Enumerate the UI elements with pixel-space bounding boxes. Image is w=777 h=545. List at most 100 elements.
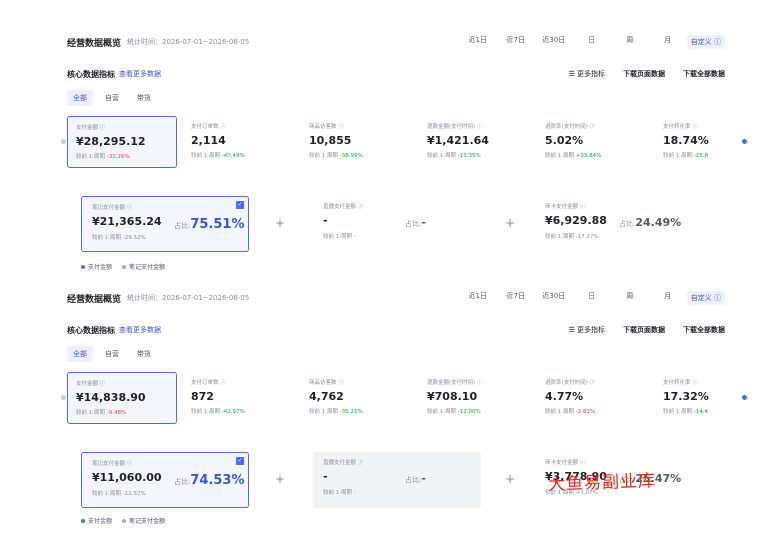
scroll-left-dot[interactable] — [61, 395, 66, 400]
metric-card[interactable]: 商品访客数 ⓘ 10,855 较前 1 周期 -38.99% — [301, 116, 411, 168]
breakdown-label: 笔记支付金额 ⓘ — [92, 461, 133, 467]
compare-delta: -13.35% — [457, 153, 481, 159]
filter-tab[interactable]: 自营 — [99, 346, 125, 362]
metric-card[interactable]: 退款率(支付时间) ⓘ 5.02% 较前 1 周期 +33.84% — [537, 116, 647, 168]
range-button[interactable]: 近1日 — [459, 291, 497, 305]
download-all-button[interactable]: 下载全部数据 — [683, 69, 725, 79]
page-title: 经营数据概览 — [67, 38, 122, 49]
compare-label: 较前 1 周期 — [545, 234, 574, 240]
metric-row: 支付金额 ⓘ ¥28,295.12 较前 1 周期 -31.26% 支付订单数 ⓘ 2,… — [67, 116, 735, 170]
core-metrics-bar: 核心数据指标 查看更多数据 ☰ 更多指标 下载页面数据 下载全部数据 — [67, 322, 725, 338]
filter-tab[interactable]: 自营 — [99, 90, 125, 106]
view-more-link[interactable]: 查看更多数据 — [119, 325, 161, 335]
range-button[interactable]: 近7日 — [497, 35, 535, 49]
download-page-button[interactable]: 下载页面数据 — [623, 69, 665, 79]
metric-label: 退款率(支付时间) ⓘ — [545, 124, 596, 130]
range-button[interactable]: 日 — [573, 291, 611, 305]
download-page-button[interactable]: 下载页面数据 — [623, 325, 665, 335]
metric-compare: 较前 1 周期 -9.48% — [76, 408, 168, 416]
metric-card[interactable]: 支付订单数 ⓘ 2,114 较前 1 周期 -47.49% — [183, 116, 293, 168]
metric-label: 支付转化率 ⓘ — [663, 380, 698, 386]
filter-tab[interactable]: 带货 — [131, 90, 157, 106]
compare-delta: -29.52% — [122, 235, 146, 241]
range-button[interactable]: 近30日 — [535, 35, 573, 49]
metric-card[interactable]: 支付金额 ⓘ ¥28,295.12 较前 1 周期 -31.26% — [67, 116, 177, 168]
channel-filters: 全部 自营 带货 — [67, 346, 157, 362]
metric-row: 支付金额 ⓘ ¥14,838.90 较前 1 周期 -9.48% 支付订单数 ⓘ 872… — [67, 372, 735, 426]
breakdown-compare: 较前 1 周期 - — [323, 232, 471, 240]
breakdown-card[interactable]: 直播支付金额 ⓘ - 较前 1 周期 - 占比:- — [313, 452, 481, 508]
metric-compare: 较前 1 周期 -15.8 — [663, 151, 757, 159]
overview-panel-1: 经营数据概览 统计时间：2026-07-01~2026-08-05 近1日 近7日 近3… — [55, 24, 747, 282]
breakdown-value: - — [323, 470, 328, 483]
legend-item[interactable]: 支付金额 — [81, 262, 112, 271]
checkbox-checked-icon[interactable]: ✓ — [236, 201, 244, 209]
range-button[interactable]: 近30日 — [535, 291, 573, 305]
metric-value: 4.77% — [545, 390, 584, 403]
share-value: - — [421, 216, 426, 229]
metric-compare: 较前 1 周期 -42.97% — [191, 407, 285, 415]
more-metrics-button[interactable]: ☰ 更多指标 — [568, 325, 605, 335]
range-button[interactable]: 近1日 — [459, 35, 497, 49]
range-button[interactable]: 日 — [573, 35, 611, 49]
range-button[interactable]: 月 — [649, 291, 687, 305]
breakdown-card[interactable]: 笔记支付金额 ⓘ ¥21,365.24 较前 1 周期 -29.52% 占比:75.5… — [81, 196, 249, 252]
breakdown-card[interactable]: 笔记支付金额 ⓘ ¥11,060.00 较前 1 周期 -12.57% 占比:74.5… — [81, 452, 249, 508]
metric-card[interactable]: 支付转化率 ⓘ 17.32% 较前 1 周期 -14.4 — [655, 372, 765, 424]
metric-card[interactable]: 退款金额(支付时间) ⓘ ¥708.10 较前 1 周期 -12.00% — [419, 372, 529, 424]
legend-item[interactable]: 笔记支付金额 — [122, 516, 165, 525]
share-ratio: 占比:74.53% — [174, 473, 245, 488]
breakdown-card[interactable]: 直播支付金额 ⓘ - 较前 1 周期 - 占比:- — [313, 196, 481, 252]
metric-value: ¥14,838.90 — [76, 391, 146, 404]
download-all-button[interactable]: 下载全部数据 — [683, 325, 725, 335]
compare-label: 较前 1 周期 — [76, 410, 105, 416]
filter-tab[interactable]: 全部 — [67, 346, 93, 362]
metric-card[interactable]: 支付金额 ⓘ ¥14,838.90 较前 1 周期 -9.48% — [67, 372, 177, 424]
metric-card[interactable]: 商品访客数 ⓘ 4,762 较前 1 周期 -35.21% — [301, 372, 411, 424]
range-button[interactable]: 周 — [611, 35, 649, 49]
filter-tab[interactable]: 全部 — [67, 90, 93, 106]
scroll-right-dot[interactable] — [742, 139, 747, 144]
range-button[interactable]: 月 — [649, 35, 687, 49]
metric-label: 退款金额(支付时间) ⓘ — [427, 380, 483, 386]
core-metrics-title: 核心数据指标 — [67, 69, 115, 79]
custom-range-button[interactable]: 自定义 ⓘ — [686, 291, 725, 305]
breakdown-label: 笔记支付金额 ⓘ — [92, 205, 133, 211]
legend-label: 支付金额 — [88, 518, 113, 525]
compare-delta: -38.99% — [339, 153, 363, 159]
share-ratio: 占比:- — [405, 472, 426, 485]
metric-card[interactable]: 支付转化率 ⓘ 18.74% 较前 1 周期 -15.8 — [655, 116, 765, 168]
legend-dot-icon — [122, 518, 127, 523]
compare-delta: -42.97% — [221, 409, 245, 415]
filter-tab[interactable]: 带货 — [131, 346, 157, 362]
metric-label: 商品访客数 ⓘ — [309, 124, 344, 130]
more-metrics-button[interactable]: ☰ 更多指标 — [568, 69, 605, 79]
range-buttons: 近1日 近7日 近30日日周月自定义 ⓘ — [459, 291, 725, 305]
scroll-right-dot[interactable] — [742, 395, 747, 400]
metric-card[interactable]: 支付订单数 ⓘ 872 较前 1 周期 -42.97% — [183, 372, 293, 424]
header-bar: 经营数据概览 统计时间：2026-07-01~2026-08-05 近1日 近7日 近3… — [67, 32, 725, 52]
metric-label: 支付订单数 ⓘ — [191, 124, 226, 130]
legend-label: 支付金额 — [88, 264, 113, 271]
metric-compare: 较前 1 周期 -35.21% — [309, 407, 403, 415]
custom-range-button[interactable]: 自定义 ⓘ — [686, 35, 725, 49]
metric-card[interactable]: 退款率(支付时间) ⓘ 4.77% 较前 1 周期 -2.81% — [537, 372, 647, 424]
range-buttons: 近1日 近7日 近30日日周月自定义 ⓘ — [459, 35, 725, 49]
legend-item[interactable]: 笔记支付金额 — [122, 262, 165, 271]
breakdown-label: 商卡支付金额 ⓘ — [545, 204, 586, 210]
view-more-link[interactable]: 查看更多数据 — [119, 69, 161, 79]
header-bar: 经营数据概览 统计时间：2026-07-01~2026-08-05 近1日 近7日 近3… — [67, 288, 725, 308]
scroll-left-dot[interactable] — [61, 139, 66, 144]
metric-card[interactable]: 退款金额(支付时间) ⓘ ¥1,421.64 较前 1 周期 -13.35% — [419, 116, 529, 168]
legend-item[interactable]: 支付金额 — [81, 516, 112, 525]
range-button[interactable]: 周 — [611, 291, 649, 305]
breakdown-label: 直播支付金额 ⓘ — [323, 204, 364, 210]
checkbox-checked-icon[interactable]: ✓ — [236, 457, 244, 465]
breakdown-card[interactable]: 商卡支付金额 ⓘ ¥6,929.88 较前 1 周期 -17.27% 占比:24.49… — [535, 196, 695, 252]
compare-label: 较前 1 周期 — [92, 491, 121, 497]
share-label: 占比: — [405, 220, 422, 228]
metric-label: 支付订单数 ⓘ — [191, 380, 226, 386]
range-button[interactable]: 近7日 — [497, 291, 535, 305]
compare-delta: -14.4 — [693, 409, 708, 415]
compare-delta: -31.26% — [106, 154, 130, 160]
